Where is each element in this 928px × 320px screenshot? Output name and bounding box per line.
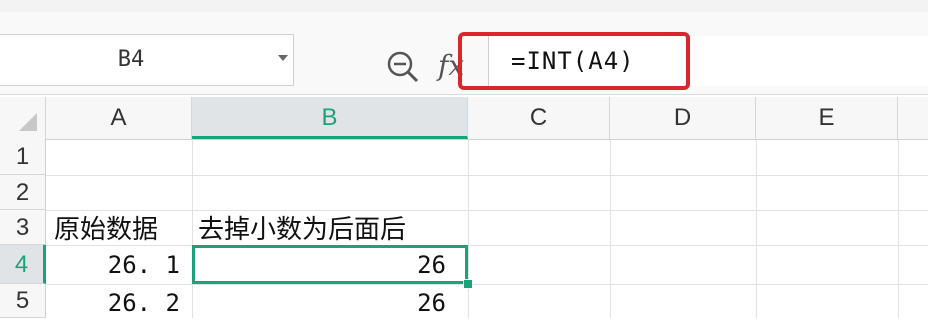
column-header-b[interactable]: B xyxy=(192,97,468,139)
formula-bar-area: B4 fx =INT(A4) xyxy=(0,12,928,95)
cell-b3[interactable]: 去掉小数为后面后 xyxy=(198,212,406,246)
grid-line xyxy=(756,139,757,318)
cell-a4[interactable]: 26. 1 xyxy=(46,247,180,283)
grid-line xyxy=(898,139,899,318)
row-header-2[interactable]: 2 xyxy=(0,175,46,210)
name-box-value: B4 xyxy=(117,47,145,72)
zoom-icon[interactable] xyxy=(386,50,420,84)
row-header-5[interactable]: 5 xyxy=(0,284,46,318)
grid-line xyxy=(610,139,611,318)
active-cell-border xyxy=(192,245,468,284)
column-header-c[interactable]: C xyxy=(468,97,610,139)
name-box[interactable]: B4 xyxy=(0,34,294,86)
cell-b5[interactable]: 26 xyxy=(192,286,446,320)
column-header-a[interactable]: A xyxy=(46,97,192,139)
name-box-dropdown-icon[interactable] xyxy=(278,55,288,61)
select-all-corner[interactable] xyxy=(0,97,46,139)
grid-line xyxy=(46,245,928,246)
column-header-e[interactable]: E xyxy=(756,97,898,139)
cell-a5[interactable]: 26. 2 xyxy=(46,286,180,320)
column-header-row: A B C D E xyxy=(0,97,928,140)
select-all-icon xyxy=(19,113,37,131)
grid-line xyxy=(46,210,928,211)
column-header-d[interactable]: D xyxy=(610,97,756,139)
row-header-1[interactable]: 1 xyxy=(0,139,46,175)
row-header-4[interactable]: 4 xyxy=(0,245,46,284)
fill-handle[interactable] xyxy=(463,279,473,289)
grid-line xyxy=(46,175,928,176)
grid-line xyxy=(46,284,928,285)
top-toolbar-strip xyxy=(0,0,928,12)
grid-line xyxy=(468,139,469,318)
cell-a3[interactable]: 原始数据 xyxy=(54,212,158,246)
formula-highlight-box xyxy=(458,32,690,90)
row-header-3[interactable]: 3 xyxy=(0,210,46,245)
